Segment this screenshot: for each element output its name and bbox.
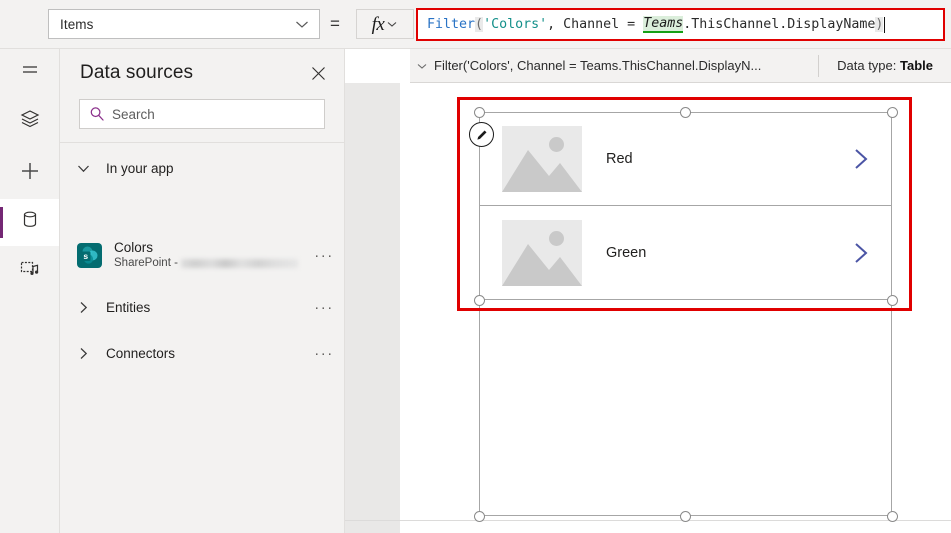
rail-item-data[interactable] bbox=[0, 199, 59, 246]
formula-token-table-name: 'Colors' bbox=[483, 17, 548, 32]
formula-result-expression: Filter('Colors', Channel = Teams.ThisCha… bbox=[434, 58, 762, 73]
search-placeholder: Search bbox=[112, 106, 155, 122]
panel-header: Data sources bbox=[60, 49, 344, 97]
formula-token-close-paren: ) bbox=[875, 17, 884, 32]
equals-sign: = bbox=[330, 14, 340, 33]
gallery-item[interactable]: Green bbox=[480, 206, 891, 299]
group-label: Entities bbox=[106, 299, 151, 315]
chevron-down-icon bbox=[386, 17, 398, 35]
data-source-subtitle: SharePoint - bbox=[114, 256, 304, 270]
image-placeholder-icon bbox=[502, 219, 582, 286]
data-source-overflow-button[interactable]: ··· bbox=[304, 247, 344, 264]
sharepoint-icon: s bbox=[77, 242, 102, 268]
canvas-surface[interactable]: Red Green bbox=[400, 83, 951, 533]
rail-item-insert[interactable] bbox=[0, 150, 59, 197]
canvas-bottom-divider bbox=[345, 520, 951, 521]
gallery-item-label: Green bbox=[606, 244, 647, 261]
rail-item-media[interactable] bbox=[0, 248, 59, 295]
fx-button[interactable]: fx bbox=[356, 9, 414, 39]
data-source-name: Colors bbox=[114, 240, 154, 255]
group-overflow-button[interactable]: ··· bbox=[304, 345, 344, 362]
search-box[interactable]: Search bbox=[79, 99, 325, 129]
search-icon bbox=[89, 106, 105, 122]
powerapps-studio-window: Items = fx Filter('Colors', Channel = Te… bbox=[0, 0, 951, 533]
group-in-your-app[interactable]: In your app bbox=[60, 151, 344, 185]
formula-token-teams: Teams bbox=[643, 16, 684, 33]
group-label: Connectors bbox=[106, 345, 176, 361]
panel-title: Data sources bbox=[80, 62, 194, 83]
image-placeholder-icon bbox=[502, 126, 582, 192]
chevron-right-icon[interactable] bbox=[831, 238, 891, 268]
group-connectors[interactable]: Connectors ··· bbox=[60, 336, 344, 370]
chevron-down-icon[interactable] bbox=[410, 49, 434, 83]
group-label: In your app bbox=[106, 160, 174, 176]
group-entities[interactable]: Entities ··· bbox=[60, 290, 344, 324]
chevron-right-icon bbox=[60, 345, 106, 362]
left-icon-rail bbox=[0, 49, 60, 533]
formula-input[interactable]: Filter('Colors', Channel = Teams .ThisCha… bbox=[418, 10, 943, 39]
rail-item-tree-view[interactable] bbox=[0, 98, 59, 145]
menu-icon bbox=[19, 59, 41, 86]
rail-item-menu[interactable] bbox=[0, 49, 59, 96]
resize-handle-bottom-right[interactable] bbox=[886, 510, 898, 522]
data-source-subtitle-prefix: SharePoint - bbox=[114, 257, 178, 269]
gallery-item[interactable]: Red bbox=[480, 113, 891, 206]
redacted-account-email bbox=[180, 258, 298, 268]
pencil-icon[interactable] bbox=[469, 122, 494, 147]
panel-divider bbox=[60, 142, 344, 143]
group-overflow-button[interactable]: ··· bbox=[304, 299, 344, 316]
resize-handle-bottom-left[interactable] bbox=[473, 510, 485, 522]
resize-handle-gallery-bottom-left[interactable] bbox=[473, 294, 485, 306]
resize-handle-bottom-center[interactable] bbox=[680, 510, 691, 522]
formula-token-condition: , Channel = bbox=[547, 17, 644, 32]
data-type-prefix: Data type: bbox=[837, 58, 900, 73]
resize-handle-top-center[interactable] bbox=[680, 106, 691, 118]
formula-result-bar: Filter('Colors', Channel = Teams.ThisCha… bbox=[410, 49, 951, 83]
formula-token-function: Filter bbox=[427, 17, 476, 32]
gallery-control[interactable]: Red Green bbox=[479, 112, 892, 300]
svg-text:s: s bbox=[83, 251, 88, 261]
formula-token-property-path: .ThisChannel.DisplayName bbox=[683, 17, 876, 32]
data-type-value: Table bbox=[900, 58, 933, 73]
chevron-right-icon bbox=[60, 299, 106, 316]
data-source-item-colors[interactable]: s Colors SharePoint - ··· bbox=[60, 234, 344, 276]
plus-icon bbox=[18, 159, 42, 188]
property-dropdown[interactable]: Items bbox=[48, 9, 320, 39]
formula-token-open-paren: ( bbox=[475, 17, 484, 32]
database-icon bbox=[19, 209, 41, 236]
chevron-down-icon bbox=[60, 160, 106, 177]
chevron-down-icon bbox=[291, 13, 313, 35]
resize-handle-top-right[interactable] bbox=[886, 106, 898, 118]
data-sources-panel: Data sources Search In your app s Colors… bbox=[60, 49, 345, 533]
close-icon[interactable] bbox=[298, 53, 338, 93]
canvas-area: Red Green bbox=[345, 83, 951, 533]
chevron-right-icon[interactable] bbox=[831, 144, 891, 174]
fx-label: fx bbox=[371, 13, 385, 35]
resize-handle-top-left[interactable] bbox=[473, 106, 485, 118]
formula-bar-row: Items = fx Filter('Colors', Channel = Te… bbox=[0, 0, 951, 49]
data-source-texts: Colors SharePoint - bbox=[114, 240, 304, 270]
gallery-item-label: Red bbox=[606, 151, 633, 167]
formula-input-highlight: Filter('Colors', Channel = Teams .ThisCha… bbox=[416, 8, 945, 41]
data-type-label: Data type: Table bbox=[819, 58, 951, 73]
media-icon bbox=[18, 257, 42, 286]
resize-handle-gallery-bottom-right[interactable] bbox=[886, 294, 898, 306]
property-dropdown-value: Items bbox=[60, 16, 94, 32]
text-caret bbox=[884, 16, 886, 33]
tree-view-icon bbox=[18, 107, 42, 136]
